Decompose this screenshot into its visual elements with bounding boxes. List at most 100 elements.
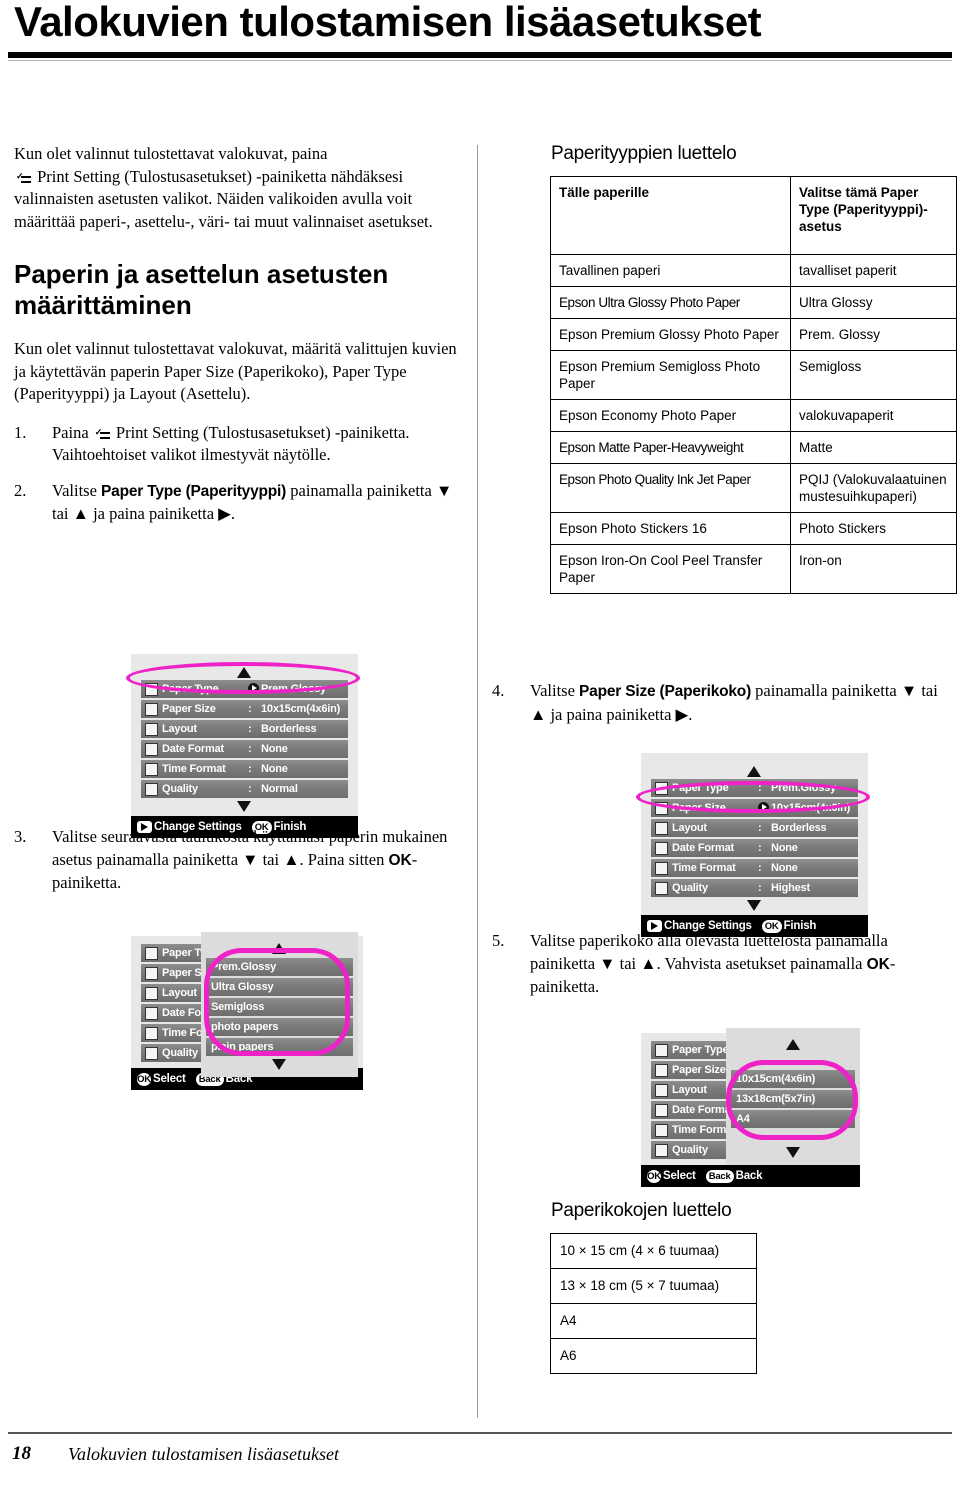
layout-icon xyxy=(145,722,158,736)
lcd-label: Paper Type xyxy=(162,683,219,695)
lcd-panel: Paper Type Prem.Glossy Paper Size : 10x1… xyxy=(131,654,358,816)
cell-paper: Epson Economy Photo Paper xyxy=(550,399,791,432)
lcd-colon: : xyxy=(758,882,762,894)
step-3: 3. Valitse seuraavasta taulukosta käyttä… xyxy=(14,826,462,895)
paper-type-icon xyxy=(145,682,158,696)
lcd-screenshot-paper-size-popup: Paper Type Paper Size Layout Date Format… xyxy=(641,1028,860,1187)
table-row: Epson Ultra Glossy Photo Paper Ultra Glo… xyxy=(550,286,957,319)
table-row: A6 xyxy=(550,1338,757,1374)
lcd-action-label: Select xyxy=(153,1073,186,1085)
popup-item[interactable]: 10x15cm(4x6in) xyxy=(731,1070,855,1088)
lcd-value: Prem.Glossy xyxy=(771,782,837,794)
step-2-bold-label: Paper Type (Paperityyppi) xyxy=(101,482,287,500)
lcd-value: Normal xyxy=(261,783,298,795)
lcd-row-date-format[interactable]: Date Format : None xyxy=(651,839,858,857)
section-intro: Kun olet valinnut tulostettavat valokuva… xyxy=(14,339,457,403)
lcd-menu-rows: Paper Type : Prem.Glossy Paper Size 10x1… xyxy=(651,779,858,897)
scroll-up-arrow-icon xyxy=(785,1039,801,1052)
step-2-number: 2. xyxy=(14,480,27,500)
lcd-row-paper-type[interactable]: Paper Type Prem.Glossy xyxy=(141,680,348,698)
layout-icon xyxy=(655,821,668,835)
cell-setting: Ultra Glossy xyxy=(790,286,957,319)
lcd-row-time-format[interactable]: Time Format : None xyxy=(141,760,348,778)
lcd-label: Layout xyxy=(672,822,707,834)
cell-size: A4 xyxy=(550,1303,757,1339)
steps-list-3: 3. Valitse seuraavasta taulukosta käyttä… xyxy=(14,826,462,895)
print-setting-icon: ✓ xyxy=(16,171,31,183)
step-1-text-a: Paina xyxy=(52,422,89,442)
popup-item[interactable]: Ultra Glossy xyxy=(206,978,353,996)
footer-page-number: 18 xyxy=(12,1443,31,1464)
lcd-action-label: Back xyxy=(735,1170,763,1182)
paper-type-icon xyxy=(145,946,158,960)
lcd-colon: : xyxy=(758,842,762,854)
right-column: Paperityyppien luettelo Tälle paperille … xyxy=(550,143,957,594)
step-4-bold-label: Paper Size (Paperikoko) xyxy=(579,683,752,700)
table-row: 10 × 15 cm (4 × 6 tuumaa) xyxy=(550,1233,757,1269)
cell-paper: Epson Photo Quality Ink Jet Paper xyxy=(550,463,791,513)
cell-paper: Epson Matte Paper-Heavyweight xyxy=(550,431,791,464)
scroll-down-arrow-icon xyxy=(272,1058,287,1071)
intro-text-after: Print Setting (Tulostusasetukset) -paini… xyxy=(14,166,433,231)
lcd-screenshot-print-settings: Paper Type Prem.Glossy Paper Size : 10x1… xyxy=(126,654,360,838)
cell-setting: tavalliset paperit xyxy=(790,254,957,287)
popup-item[interactable]: photo papers xyxy=(206,1018,353,1036)
table-row: Epson Premium Glossy Photo Paper Prem. G… xyxy=(550,318,957,351)
table-row: 13 × 18 cm (5 × 7 tuumaa) xyxy=(550,1268,757,1304)
lcd-selected-bullet-icon xyxy=(248,682,261,696)
paper-size-icon xyxy=(655,801,668,815)
table-row: Epson Photo Stickers 16 Photo Stickers xyxy=(550,512,957,545)
popup-item[interactable]: Prem.Glossy xyxy=(206,958,353,976)
ok-key-icon: OK xyxy=(137,1072,151,1086)
lcd-value: Highest xyxy=(771,882,810,894)
lcd-row-paper-size[interactable]: Paper Size 10x15cm(4x6in) xyxy=(651,799,858,817)
lcd-label: Quality xyxy=(672,882,708,894)
lcd-value: None xyxy=(261,763,288,775)
cell-setting: Photo Stickers xyxy=(790,512,957,545)
popup-item[interactable]: Semigloss xyxy=(206,998,353,1016)
lcd-row-paper-type[interactable]: Paper Type : Prem.Glossy xyxy=(651,779,858,797)
lcd-row-paper-size[interactable]: Paper Size : 10x15cm(4x6in) xyxy=(141,700,348,718)
popup-item[interactable]: 13x18cm(5x7in) xyxy=(731,1090,855,1108)
cell-paper: Epson Premium Glossy Photo Paper xyxy=(550,318,791,351)
table-row: Epson Iron-On Cool Peel Transfer Paper I… xyxy=(550,544,957,594)
table-header-row: Tälle paperille Valitse tämä Paper Type … xyxy=(550,176,957,255)
popup-item[interactable]: plain papers xyxy=(206,1038,353,1056)
column-header-setting: Valitse tämä Paper Type (Paperityyppi)-a… xyxy=(790,176,957,255)
ok-key-icon: OK xyxy=(647,1169,661,1183)
lcd-row-quality[interactable]: Quality : Highest xyxy=(651,879,858,897)
cell-setting: Semigloss xyxy=(790,350,957,400)
step-5-number: 5. xyxy=(492,931,505,950)
lcd-value: None xyxy=(771,842,798,854)
step-3-number: 3. xyxy=(14,827,27,846)
step-5: 5. Valitse paperikoko alla olevasta luet… xyxy=(492,930,954,999)
lcd-value: 10x15cm(4x6in) xyxy=(261,703,341,715)
step-2-text-a: Valitse xyxy=(52,480,97,500)
column-divider xyxy=(477,145,478,1418)
cell-size: 10 × 15 cm (4 × 6 tuumaa) xyxy=(550,1233,757,1269)
table-row: Epson Premium Semigloss Photo Paper Semi… xyxy=(550,350,957,400)
date-format-icon xyxy=(655,841,668,855)
paper-type-icon xyxy=(655,781,668,795)
lcd-row-layout[interactable]: Layout : Borderless xyxy=(651,819,858,837)
lcd-row-time-format[interactable]: Time Format : None xyxy=(651,859,858,877)
layout-icon xyxy=(145,986,158,1000)
lcd-row-layout[interactable]: Layout : Borderless xyxy=(141,720,348,738)
lcd-value: 10x15cm(4x6in) xyxy=(771,802,851,814)
lcd-row-date-format[interactable]: Date Format : None xyxy=(141,740,348,758)
footer-rule xyxy=(8,1432,952,1434)
cell-setting: Iron-on xyxy=(790,544,957,594)
cell-setting: valokuvapaperit xyxy=(790,399,957,432)
lcd-colon: : xyxy=(248,703,252,715)
paper-size-icon xyxy=(655,1063,668,1077)
popup-item[interactable]: A4 xyxy=(731,1110,855,1128)
quality-icon xyxy=(655,1143,668,1157)
lcd-value: Borderless xyxy=(771,822,827,834)
steps-list-4: 4. Valitse Paper Size (Paperikoko) paina… xyxy=(492,680,954,726)
lcd-row-quality[interactable]: Quality : Normal xyxy=(141,780,348,798)
intro-paragraph: Kun olet valinnut tulostettavat valokuva… xyxy=(14,143,462,233)
cell-size: 13 × 18 cm (5 × 7 tuumaa) xyxy=(550,1268,757,1304)
scroll-down-arrow-icon xyxy=(785,1146,801,1159)
lcd-screenshot-paper-type-popup: Paper Type Paper Size Layout Date Format… xyxy=(131,932,363,1090)
cell-paper: Epson Ultra Glossy Photo Paper xyxy=(550,286,791,319)
